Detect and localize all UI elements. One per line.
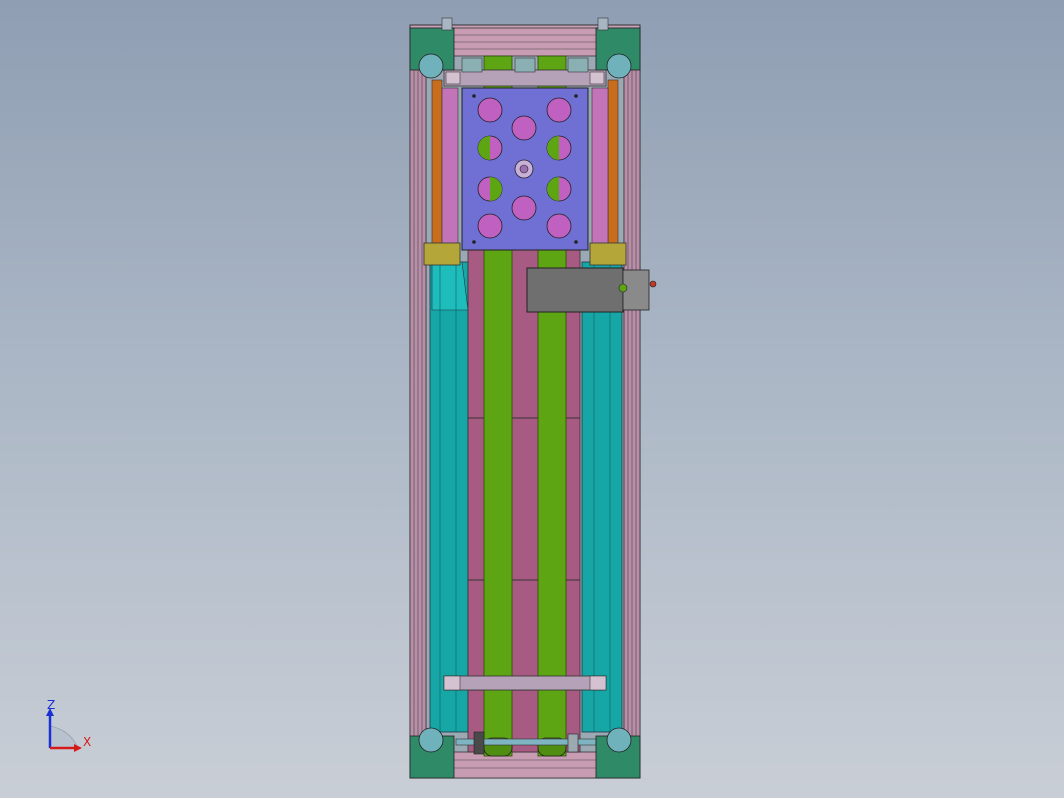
x-axis-label: X (83, 735, 91, 749)
top-carriage (443, 57, 607, 87)
tooling-plate[interactable] (461, 87, 589, 251)
left-orange-rail (431, 79, 443, 246)
motor-box[interactable] (526, 267, 657, 313)
orientation-triad: Z X (46, 698, 91, 752)
z-axis-label: Z (47, 698, 55, 712)
triad-plane (49, 725, 79, 749)
cad-viewport[interactable] (0, 0, 1064, 798)
lower-carriage (443, 675, 607, 691)
left-side-panel (429, 261, 469, 733)
motor-housing (526, 267, 624, 313)
right-orange-rail (607, 79, 619, 246)
bottom-crossbar (451, 751, 599, 779)
right-side-panel (581, 261, 623, 733)
left-yellow-block (423, 242, 461, 266)
right-yellow-block (589, 242, 627, 266)
